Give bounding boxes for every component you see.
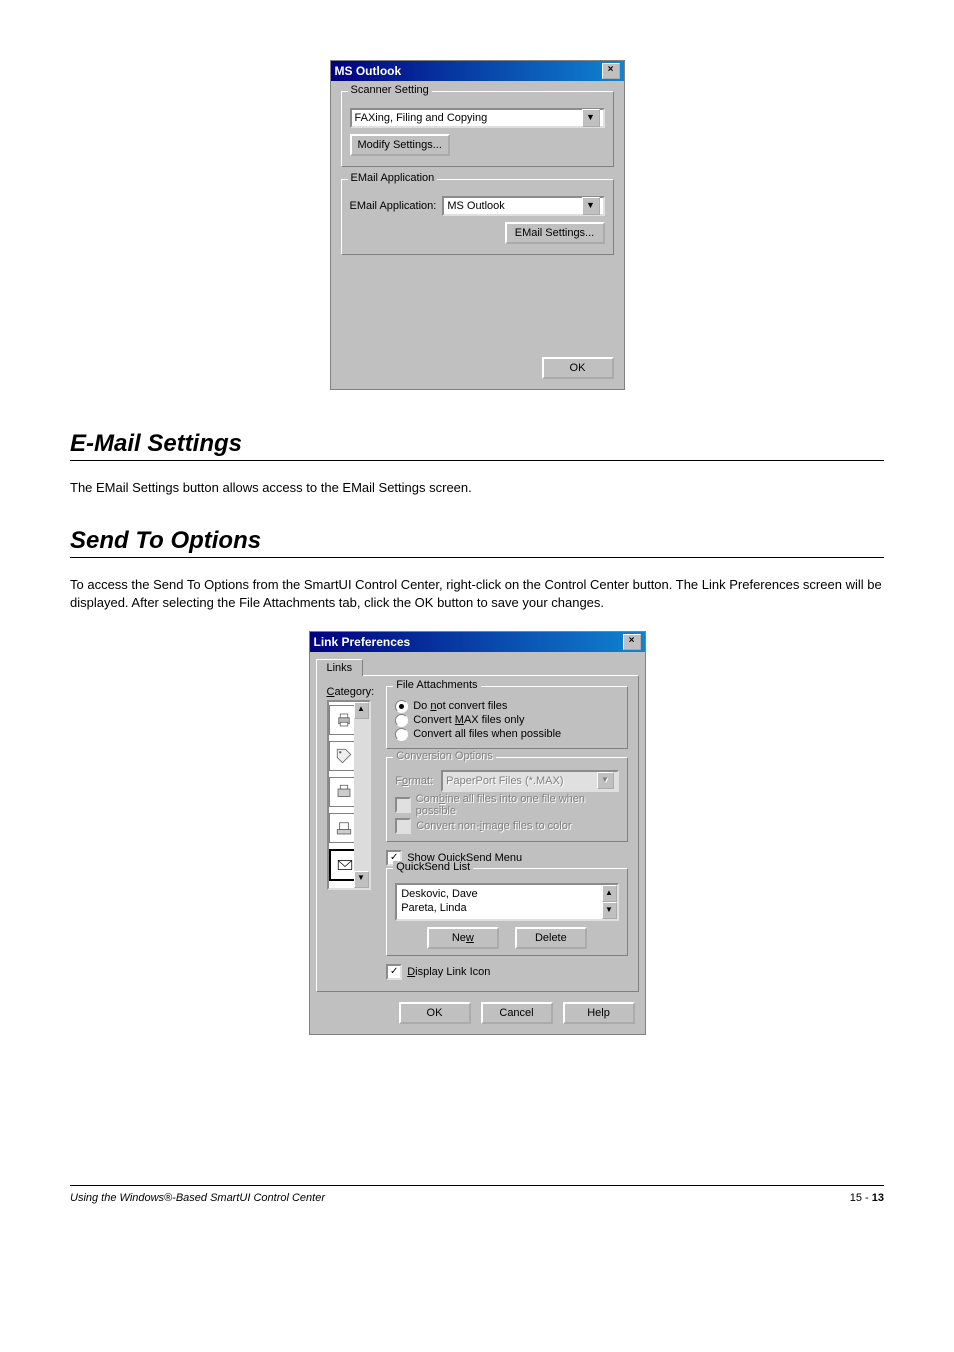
category-label: Category: (327, 686, 375, 698)
check-non-image-color: Convert non-image files to color (395, 818, 618, 834)
email-app-legend: EMail Application (348, 172, 438, 184)
scanner-setting-group: Scanner Setting FAXing, Filing and Copyi… (341, 91, 614, 167)
titlebar: Link Preferences × (310, 632, 645, 652)
scanner-mode-value: FAXing, Filing and Copying (355, 112, 488, 124)
tab-links-label: Links (327, 662, 353, 674)
divider (70, 557, 884, 558)
delete-button[interactable]: Delete (515, 927, 587, 949)
section-email-settings: E-Mail Settings The EMail Settings butto… (70, 430, 884, 497)
ms-outlook-dialog: MS Outlook × Scanner Setting FAXing, Fil… (330, 60, 625, 390)
quicksend-legend: QuickSend List (393, 861, 473, 873)
email-settings-button[interactable]: EMail Settings... (505, 222, 605, 244)
help-button[interactable]: Help (563, 1002, 635, 1024)
quicksend-listbox[interactable]: Deskovic, Dave Pareta, Linda ▲ ▼ (395, 883, 618, 921)
footer-right: 15 - 13 (850, 1192, 884, 1204)
divider (70, 460, 884, 461)
radio-convert-max-only[interactable]: Convert MAX files only (395, 714, 618, 727)
format-value: PaperPort Files (*.MAX) (446, 775, 563, 787)
link-preferences-dialog: Link Preferences × Links Category: (309, 631, 646, 1035)
ok-button[interactable]: OK (399, 1002, 471, 1024)
chevron-down-icon: ▼ (597, 772, 614, 789)
section-body-email-settings: The EMail Settings button allows access … (70, 479, 884, 497)
category-column: Category: (327, 686, 375, 981)
section-body-send-to: To access the Send To Options from the S… (70, 576, 884, 612)
scanner-setting-legend: Scanner Setting (348, 84, 432, 96)
scanner-mode-select[interactable]: FAXing, Filing and Copying ▼ (350, 108, 605, 128)
close-icon[interactable]: × (602, 63, 620, 79)
cancel-button[interactable]: Cancel (481, 1002, 553, 1024)
chevron-down-icon: ▼ (582, 109, 600, 127)
conversion-options-legend: Conversion Options (393, 750, 496, 762)
email-application-group: EMail Application EMail Application: MS … (341, 179, 614, 255)
section-heading-email-settings: E-Mail Settings (70, 430, 884, 458)
modify-settings-button[interactable]: Modify Settings... (350, 134, 450, 156)
file-attachments-group: File Attachments Do not convert files Co… (386, 686, 627, 749)
file-attachments-legend: File Attachments (393, 679, 480, 691)
footer-left: Using the Windows®-Based SmartUI Control… (70, 1192, 325, 1204)
scroll-up-icon[interactable]: ▲ (602, 885, 617, 902)
scroll-down-icon[interactable]: ▼ (354, 871, 369, 888)
new-button[interactable]: New (427, 927, 499, 949)
email-settings-label: EMail Settings... (515, 227, 594, 239)
email-app-select[interactable]: MS Outlook ▼ (442, 196, 604, 216)
list-item[interactable]: Deskovic, Dave (401, 887, 477, 901)
section-send-to-options: Send To Options To access the Send To Op… (70, 527, 884, 612)
ok-label: OK (570, 362, 586, 374)
category-listbox[interactable]: ▲ ▼ (327, 700, 371, 890)
scrollbar[interactable]: ▲ ▼ (602, 885, 617, 919)
scrollbar[interactable]: ▲ ▼ (354, 702, 369, 888)
close-icon[interactable]: × (623, 634, 641, 650)
scroll-down-icon[interactable]: ▼ (602, 902, 617, 919)
window-title: Link Preferences (314, 635, 411, 649)
tab-links[interactable]: Links (316, 659, 364, 676)
radio-convert-all[interactable]: Convert all files when possible (395, 728, 618, 741)
format-label: Format: (395, 775, 433, 787)
window-title: MS Outlook (335, 64, 402, 78)
quicksend-list-group: QuickSend List Deskovic, Dave Pareta, Li… (386, 868, 627, 956)
modify-settings-label: Modify Settings... (358, 139, 442, 151)
list-item[interactable]: Pareta, Linda (401, 901, 477, 915)
scroll-up-icon[interactable]: ▲ (354, 702, 369, 719)
page-footer: Using the Windows®-Based SmartUI Control… (70, 1185, 884, 1204)
check-display-link-icon[interactable]: ✓ Display Link Icon (386, 964, 627, 980)
format-select: PaperPort Files (*.MAX) ▼ (441, 770, 618, 792)
chevron-down-icon: ▼ (582, 197, 600, 215)
conversion-options-group: Conversion Options Format: PaperPort Fil… (386, 757, 627, 842)
check-combine-files: Combine all files into one file when pos… (395, 793, 618, 817)
radio-do-not-convert[interactable]: Do not convert files (395, 700, 618, 713)
section-heading-send-to: Send To Options (70, 527, 884, 555)
ok-button[interactable]: OK (542, 357, 614, 379)
email-app-label: EMail Application: (350, 200, 437, 212)
tab-strip: Links (310, 652, 645, 675)
titlebar: MS Outlook × (331, 61, 624, 81)
email-app-value: MS Outlook (447, 200, 504, 212)
delete-label: Delete (535, 932, 567, 944)
